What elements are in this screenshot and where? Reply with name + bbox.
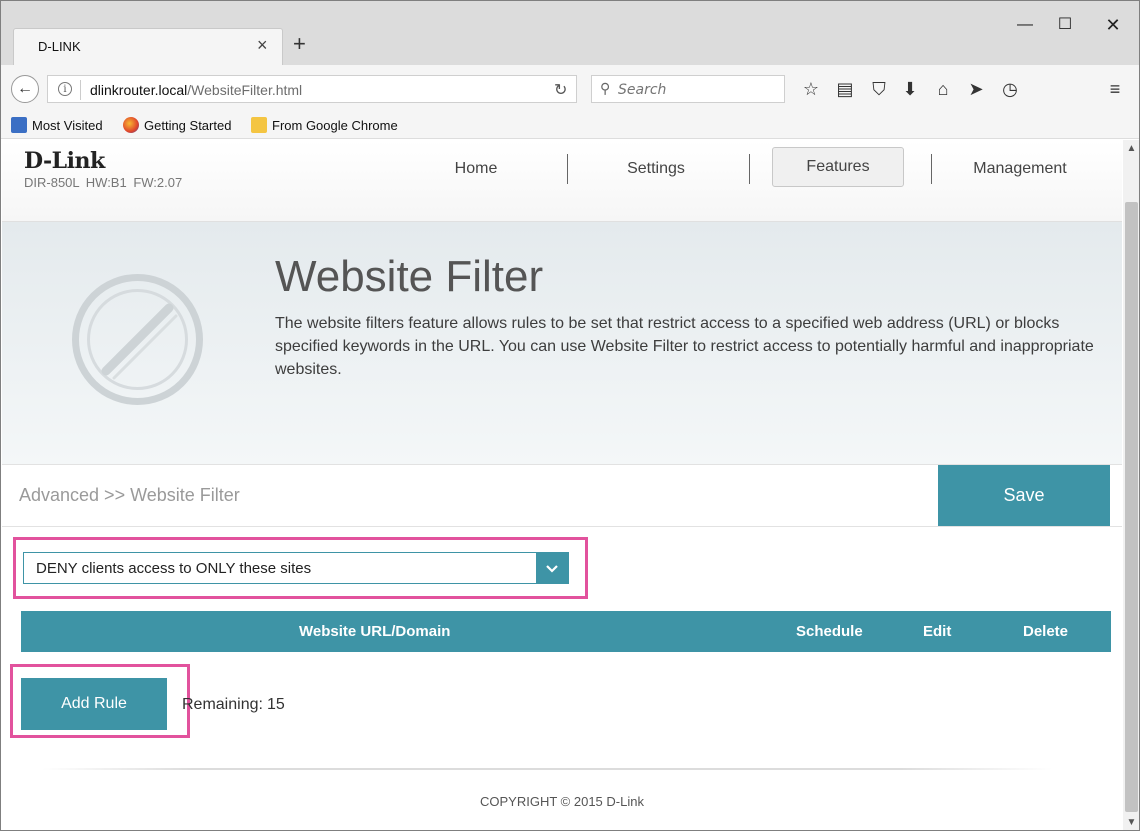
nav-separator xyxy=(749,154,750,184)
new-tab-icon[interactable]: + xyxy=(293,31,306,57)
save-button[interactable]: Save xyxy=(938,465,1110,526)
bookmark-label: Getting Started xyxy=(144,118,232,133)
browser-window: D-LINK × + — ☐ ✕ ← i dlinkrouter.local/W… xyxy=(0,0,1140,831)
search-input[interactable] xyxy=(618,80,778,100)
maximize-icon[interactable]: ☐ xyxy=(1055,15,1075,35)
back-icon[interactable]: ← xyxy=(11,75,39,103)
breadcrumb: Advanced >> Website Filter xyxy=(19,485,240,505)
copyright: COPYRIGHT © 2015 D-Link xyxy=(480,794,644,809)
nav-settings[interactable]: Settings xyxy=(602,152,710,192)
filter-mode-highlight: DENY clients access to ONLY these sites xyxy=(13,537,588,599)
page-scrollbar[interactable]: ▲ ▼ xyxy=(1123,140,1139,830)
minimize-icon[interactable]: — xyxy=(1015,15,1035,35)
menu-icon[interactable]: ≡ xyxy=(1103,77,1127,101)
url-path: /WebsiteFilter.html xyxy=(187,82,303,98)
rules-table-header: Website URL/Domain Schedule Edit Delete xyxy=(21,611,1111,652)
filter-mode-value: DENY clients access to ONLY these sites xyxy=(36,560,312,577)
search-bar[interactable]: ⚲ xyxy=(591,75,785,103)
close-window-icon[interactable]: ✕ xyxy=(1103,15,1123,35)
column-website-url: Website URL/Domain xyxy=(299,623,451,640)
footer-divider xyxy=(42,768,1052,770)
share-icon[interactable]: ➤ xyxy=(964,77,988,101)
remaining-count: Remaining: 15 xyxy=(182,696,285,714)
website-filter-icon xyxy=(72,274,203,405)
bookmark-getting-started[interactable]: Getting Started xyxy=(123,117,231,133)
hero-banner: Website Filter The website filters featu… xyxy=(2,222,1122,465)
page-description: The website filters feature allows rules… xyxy=(275,315,1094,378)
search-icon: ⚲ xyxy=(600,80,611,96)
add-rule-highlight: Add Rule xyxy=(10,664,190,738)
scroll-thumb[interactable] xyxy=(1125,202,1138,812)
info-icon[interactable]: i xyxy=(58,82,72,96)
remaining-label: Remaining: xyxy=(182,696,263,713)
most-visited-icon xyxy=(11,117,27,133)
star-icon[interactable]: ☆ xyxy=(799,77,823,101)
url-text: dlinkrouter.local/WebsiteFilter.html xyxy=(90,82,302,98)
bookmark-most-visited[interactable]: Most Visited xyxy=(11,117,103,133)
page-content: D-Link DIR-850L HW:B1 FW:2.07 Home Setti… xyxy=(2,140,1122,830)
download-icon[interactable]: ⬇ xyxy=(898,77,922,101)
nav-management[interactable]: Management xyxy=(954,152,1086,192)
column-edit: Edit xyxy=(923,623,952,640)
url-separator xyxy=(80,80,81,100)
home-icon[interactable]: ⌂ xyxy=(931,77,955,101)
nav-home[interactable]: Home xyxy=(422,152,530,192)
browser-tab[interactable]: D-LINK × xyxy=(13,28,283,65)
column-delete: Delete xyxy=(1023,623,1069,640)
bookmark-from-google-chrome[interactable]: From Google Chrome xyxy=(251,117,398,133)
nav-features[interactable]: Features xyxy=(772,147,904,187)
bookmark-label: Most Visited xyxy=(32,118,103,133)
folder-icon xyxy=(251,117,267,133)
chevron-down-icon[interactable] xyxy=(536,553,568,583)
bookmark-label: From Google Chrome xyxy=(272,118,398,133)
navigation-toolbar: ← i dlinkrouter.local/WebsiteFilter.html… xyxy=(1,65,1139,113)
scroll-up-icon[interactable]: ▲ xyxy=(1123,140,1139,157)
firefox-icon xyxy=(123,117,139,133)
url-bar[interactable]: i dlinkrouter.local/WebsiteFilter.html ↻ xyxy=(47,75,577,103)
filter-mode-select[interactable]: DENY clients access to ONLY these sites xyxy=(23,552,569,584)
url-host: dlinkrouter.local xyxy=(90,82,188,98)
reload-icon[interactable]: ↻ xyxy=(554,80,567,100)
breadcrumb-bar: Advanced >> Website Filter Save xyxy=(2,465,1122,527)
reading-list-icon[interactable]: ▤ xyxy=(833,77,857,101)
column-schedule: Schedule xyxy=(796,623,863,640)
history-icon[interactable]: ◷ xyxy=(998,77,1022,101)
nav-separator xyxy=(931,154,932,184)
scroll-down-icon[interactable]: ▼ xyxy=(1123,814,1139,830)
remaining-value: 15 xyxy=(266,696,285,713)
pocket-icon[interactable]: ⛉ xyxy=(867,77,891,101)
title-bar: D-LINK × + — ☐ ✕ xyxy=(1,1,1139,65)
dlink-logo[interactable]: D-Link xyxy=(24,148,105,174)
page-title: Website Filter xyxy=(275,252,544,301)
site-header: D-Link DIR-850L HW:B1 FW:2.07 Home Setti… xyxy=(2,140,1122,222)
tab-title: D-LINK xyxy=(38,39,81,54)
nav-separator xyxy=(567,154,568,184)
device-model: DIR-850L HW:B1 FW:2.07 xyxy=(24,175,183,190)
add-rule-button[interactable]: Add Rule xyxy=(21,678,167,730)
bookmarks-bar: Most Visited Getting Started From Google… xyxy=(1,113,1139,139)
tab-close-icon[interactable]: × xyxy=(257,35,268,56)
